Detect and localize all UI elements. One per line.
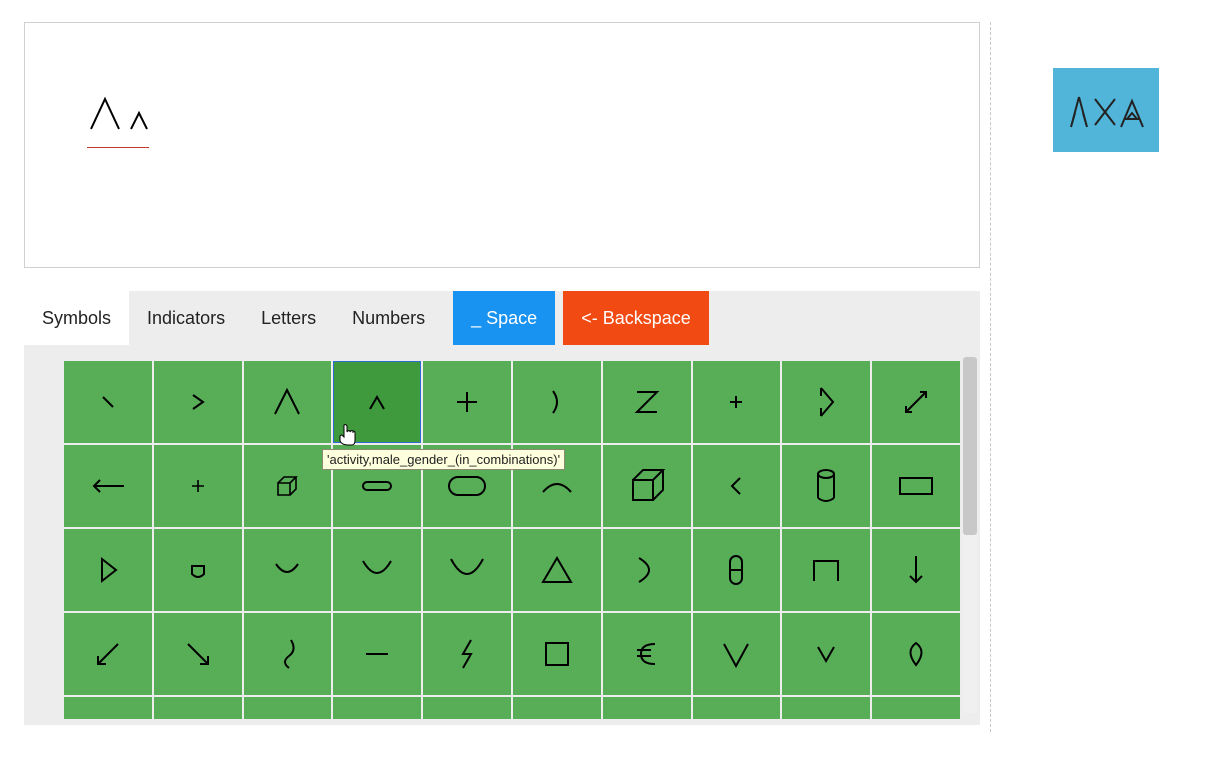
key-rparen[interactable] [513, 361, 601, 443]
key-cube-small[interactable] [244, 445, 332, 527]
key-plus-tiny[interactable] [154, 445, 242, 527]
key-teardrop[interactable] [154, 529, 242, 611]
tab-numbers[interactable]: Numbers [334, 291, 443, 345]
composed-symbols [87, 93, 157, 133]
bliss-panel-button[interactable] [1053, 68, 1159, 152]
key-row5-9[interactable] [872, 697, 960, 719]
composition-canvas[interactable] [24, 22, 980, 268]
key-row5-0[interactable] [64, 697, 152, 719]
key-cup-med[interactable] [333, 529, 421, 611]
spell-underline [87, 147, 149, 148]
key-vee-large[interactable] [693, 613, 781, 695]
key-arrow-sw[interactable] [64, 613, 152, 695]
tooltip: 'activity,male_gender_(in_combinations)' [322, 449, 565, 470]
symbol-grid [64, 345, 960, 719]
key-triangle[interactable] [513, 529, 601, 611]
key-caret-large[interactable] [244, 361, 332, 443]
key-rangle[interactable] [154, 361, 242, 443]
scrollbar[interactable] [963, 357, 977, 713]
key-lightning[interactable] [423, 613, 511, 695]
key-half-circle[interactable] [603, 529, 691, 611]
key-cup-small[interactable] [244, 529, 332, 611]
key-langle[interactable] [693, 445, 781, 527]
key-row5-4[interactable] [423, 697, 511, 719]
key-grave[interactable] [64, 361, 152, 443]
key-arrow-left[interactable] [64, 445, 152, 527]
tab-symbols[interactable]: Symbols [24, 291, 129, 345]
tab-indicators[interactable]: Indicators [129, 291, 243, 345]
key-row5-6[interactable] [603, 697, 691, 719]
key-euro[interactable] [603, 613, 691, 695]
scrollbar-thumb[interactable] [963, 357, 977, 535]
key-vee-small[interactable] [782, 613, 870, 695]
key-rect[interactable] [872, 445, 960, 527]
backspace-button[interactable]: <- Backspace [563, 291, 709, 345]
key-row5-8[interactable] [782, 697, 870, 719]
key-cylinder[interactable] [782, 445, 870, 527]
space-button[interactable]: _ Space [453, 291, 555, 345]
key-z-sign[interactable] [603, 361, 691, 443]
key-cube-large[interactable] [603, 445, 691, 527]
key-triangle-right[interactable] [64, 529, 152, 611]
key-cup-large[interactable] [423, 529, 511, 611]
key-arrow-se[interactable] [154, 613, 242, 695]
key-row5-3[interactable] [333, 697, 421, 719]
key-arrow-diag-both[interactable] [872, 361, 960, 443]
key-caret-small[interactable] [333, 361, 421, 443]
vertical-divider [990, 22, 991, 732]
tab-bar: Symbols Indicators Letters Numbers _ Spa… [24, 291, 980, 345]
symbol-grid-container [24, 345, 980, 725]
key-rangle-2[interactable] [782, 361, 870, 443]
tab-letters[interactable]: Letters [243, 291, 334, 345]
key-plus[interactable] [423, 361, 511, 443]
key-diamond[interactable] [872, 613, 960, 695]
key-hook[interactable] [244, 613, 332, 695]
key-arrow-down[interactable] [872, 529, 960, 611]
key-square[interactable] [513, 613, 601, 695]
key-bracket[interactable] [782, 529, 870, 611]
key-plus-small[interactable] [693, 361, 781, 443]
key-row5-1[interactable] [154, 697, 242, 719]
key-row5-7[interactable] [693, 697, 781, 719]
key-row5-5[interactable] [513, 697, 601, 719]
key-capsule[interactable] [693, 529, 781, 611]
key-row5-2[interactable] [244, 697, 332, 719]
key-underscore[interactable] [333, 613, 421, 695]
